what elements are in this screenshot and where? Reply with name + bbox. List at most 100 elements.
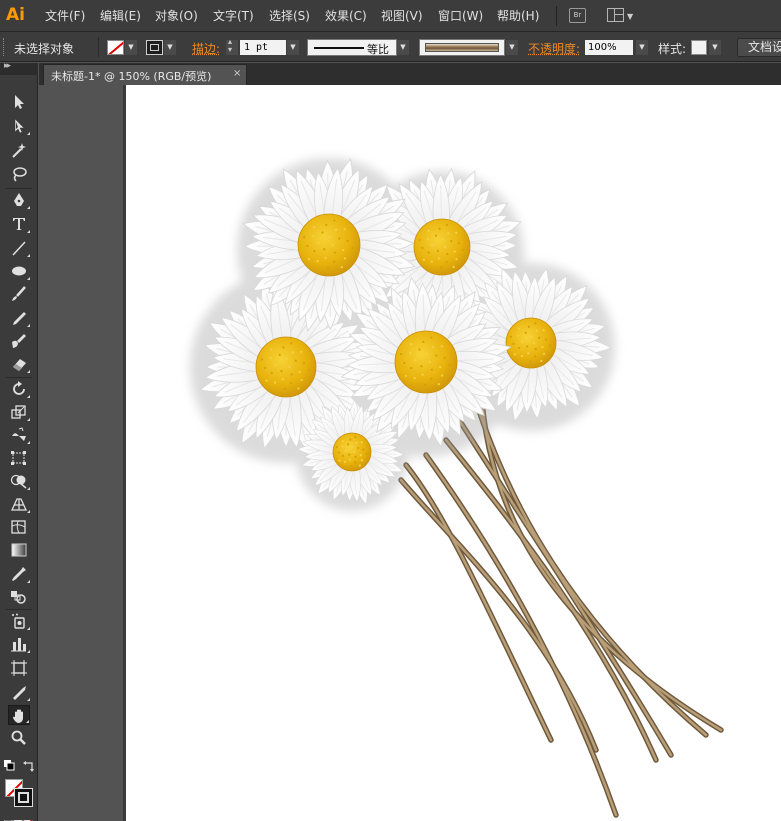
- rotate-tool[interactable]: [8, 379, 30, 399]
- menu-file[interactable]: 文件(F): [45, 8, 85, 24]
- artwork: [190, 156, 724, 818]
- eraser-tool-icon: [13, 359, 26, 371]
- fill-dropdown-arrow[interactable]: ▼: [125, 40, 137, 55]
- scale-tool-icon: [11, 405, 26, 419]
- default-colors-icon: [4, 760, 15, 771]
- stroke-swatch-large[interactable]: [14, 788, 33, 807]
- blob-brush-tool[interactable]: [8, 331, 30, 351]
- menu-help[interactable]: 帮助(H): [497, 8, 539, 24]
- artboard-tool-icon: [11, 660, 27, 676]
- free-transform-tool-icon: [11, 451, 26, 465]
- blend-tool-icon: [11, 591, 26, 604]
- close-icon[interactable]: ×: [233, 68, 241, 79]
- warp-tool-icon: [12, 427, 26, 441]
- tools-panel: ▸▸: [0, 61, 38, 821]
- swap-arrows-icon: [23, 761, 34, 772]
- menu-view[interactable]: 视图(V): [381, 8, 423, 24]
- tools-panel-header[interactable]: ▸▸: [0, 61, 38, 75]
- gradient-tool[interactable]: [8, 540, 30, 560]
- opacity-input[interactable]: 100%: [585, 40, 633, 55]
- mesh-tool[interactable]: [8, 517, 30, 537]
- blob-brush-tool-icon: [12, 334, 26, 348]
- chevron-down-icon: ▼: [627, 12, 634, 21]
- menu-object[interactable]: 对象(O): [155, 8, 198, 24]
- pencil-tool-icon: [13, 312, 26, 325]
- artboard[interactable]: [126, 85, 781, 821]
- stroke-label-link[interactable]: 描边:: [192, 40, 220, 57]
- document-tab-bar: 未标题-1* @ 150% (RGB/预览) ×: [39, 63, 781, 85]
- menu-select[interactable]: 选择(S): [269, 8, 310, 24]
- line-segment-tool[interactable]: [8, 238, 30, 258]
- eraser-tool[interactable]: [8, 354, 30, 374]
- zoom-tool[interactable]: [8, 728, 30, 748]
- opacity-label-link[interactable]: 不透明度:: [528, 40, 580, 57]
- tools-separator: [6, 609, 32, 610]
- menu-type[interactable]: 文字(T): [213, 8, 254, 24]
- rotate-tool-icon: [13, 381, 25, 395]
- document-setup-button[interactable]: 文档设置: [737, 38, 781, 57]
- document-tab-title: 未标题-1* @ 150% (RGB/预览): [51, 70, 212, 83]
- ellipse-tool[interactable]: [8, 261, 30, 281]
- stroke-weight-input[interactable]: 1 pt: [240, 40, 286, 55]
- brush-dropdown-arrow[interactable]: ▼: [506, 40, 518, 55]
- menu-effect[interactable]: 效果(C): [325, 8, 367, 24]
- opacity-dropdown-arrow[interactable]: ▼: [636, 40, 648, 55]
- direct-selection-tool-icon: [14, 118, 25, 134]
- lasso-tool-icon: [13, 167, 27, 182]
- document-tab[interactable]: 未标题-1* @ 150% (RGB/预览) ×: [43, 64, 247, 85]
- perspective-grid-tool[interactable]: [8, 494, 30, 514]
- profile-label: 等比: [367, 43, 389, 56]
- shape-builder-tool-icon: [10, 474, 27, 489]
- symbol-sprayer-tool[interactable]: [8, 611, 30, 631]
- variable-width-profile-dropdown[interactable]: 等比: [307, 39, 397, 56]
- default-fill-stroke-button[interactable]: [4, 760, 16, 772]
- arrange-documents-button[interactable]: ▼: [607, 7, 635, 24]
- control-bar-grip[interactable]: [3, 38, 5, 56]
- selection-tool-icon: [15, 95, 24, 109]
- magic-wand-tool[interactable]: [8, 140, 30, 160]
- lasso-tool[interactable]: [8, 164, 30, 184]
- stroke-weight-dropdown[interactable]: ▼: [287, 40, 299, 55]
- eyedropper-tool[interactable]: [8, 564, 30, 584]
- brush-definition-dropdown[interactable]: [419, 39, 505, 56]
- column-graph-tool-icon: [11, 638, 26, 652]
- color-mode-buttons[interactable]: [3, 815, 34, 821]
- paintbrush-tool-icon: [12, 286, 26, 301]
- magic-wand-tool-icon: [12, 143, 26, 158]
- selection-tool[interactable]: [8, 92, 30, 112]
- fill-color-swatch[interactable]: [107, 40, 124, 55]
- free-transform-tool[interactable]: [8, 448, 30, 468]
- swap-fill-stroke-button[interactable]: [23, 760, 35, 772]
- menu-edit[interactable]: 编辑(E): [100, 8, 141, 24]
- profile-dropdown-arrow[interactable]: ▼: [397, 40, 409, 55]
- stroke-color-swatch[interactable]: [146, 40, 163, 55]
- shape-builder-tool[interactable]: [8, 471, 30, 491]
- paintbrush-tool[interactable]: [8, 284, 30, 304]
- type-tool[interactable]: [8, 214, 30, 234]
- hand-tool[interactable]: [8, 705, 30, 725]
- mesh-tool-icon: [11, 520, 26, 534]
- column-graph-tool[interactable]: [8, 634, 30, 654]
- stroke-dropdown-arrow[interactable]: ▼: [164, 40, 176, 55]
- graphic-style-dropdown-arrow[interactable]: ▼: [709, 40, 721, 55]
- graphic-style-label: 样式:: [658, 42, 687, 56]
- artboard-tool[interactable]: [8, 658, 30, 678]
- pen-tool[interactable]: [8, 190, 30, 210]
- symbol-sprayer-tool-icon: [12, 613, 25, 629]
- brush-preview: [425, 43, 499, 52]
- direct-selection-tool[interactable]: [8, 116, 30, 136]
- pencil-tool[interactable]: [8, 308, 30, 328]
- scale-tool[interactable]: [8, 402, 30, 422]
- stroke-box-icon: [18, 792, 29, 803]
- bridge-button[interactable]: Br: [569, 8, 586, 23]
- slice-tool[interactable]: [8, 682, 30, 702]
- graphic-style-swatch[interactable]: [691, 40, 707, 55]
- collapse-panel-icon: ▸▸: [4, 61, 11, 71]
- warp-tool[interactable]: [8, 425, 30, 445]
- blend-tool[interactable]: [8, 587, 30, 607]
- menu-bar: Ai 文件(F) 编辑(E) 对象(O) 文字(T) 选择(S) 效果(C) 视…: [0, 0, 781, 32]
- type-tool-icon: [13, 218, 25, 230]
- menu-window[interactable]: 窗口(W): [438, 8, 483, 24]
- tools-separator: [6, 377, 32, 378]
- stroke-weight-stepper[interactable]: [226, 37, 238, 55]
